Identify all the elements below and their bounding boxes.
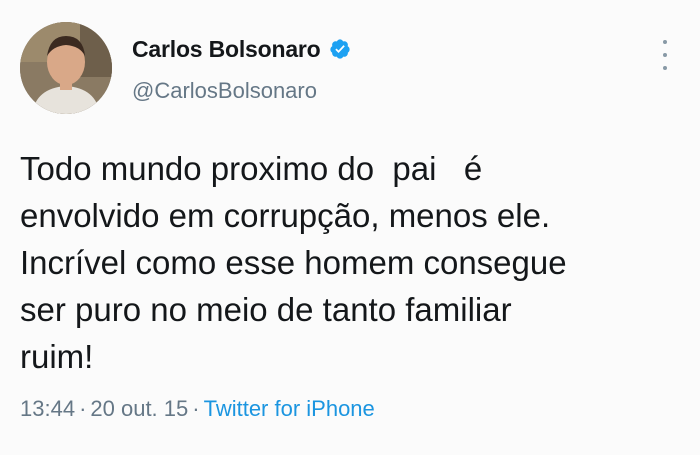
display-name[interactable]: Carlos Bolsonaro <box>132 36 321 63</box>
tweet-line: Incrível como esse homem consegue <box>20 244 567 281</box>
tweet-time[interactable]: 13:44 <box>20 396 75 421</box>
user-info: Carlos Bolsonaro @CarlosBolsonaro <box>132 34 351 104</box>
verified-badge-icon <box>329 38 351 60</box>
tweet-line: envolvido em corrupção, menos ele. <box>20 197 551 234</box>
tweet-source-link[interactable]: Twitter for iPhone <box>204 396 375 421</box>
dot <box>663 53 667 57</box>
separator: · <box>192 396 200 421</box>
user-handle[interactable]: @CarlosBolsonaro <box>132 78 351 104</box>
avatar[interactable] <box>20 22 112 114</box>
more-options-icon[interactable] <box>658 40 672 70</box>
separator: · <box>79 396 87 421</box>
tweet-line: Todo mundo proximo do pai é <box>20 150 483 187</box>
display-name-row: Carlos Bolsonaro <box>132 34 351 64</box>
tweet-header: Carlos Bolsonaro @CarlosBolsonaro <box>20 22 680 117</box>
tweet-text: Todo mundo proximo do pai é envolvido em… <box>20 145 685 380</box>
tweet-card: Carlos Bolsonaro @CarlosBolsonaro Todo m… <box>0 0 700 455</box>
dot <box>663 40 667 44</box>
avatar-photo <box>20 22 112 114</box>
tweet-meta: 13:44 · 20 out. 15 · Twitter for iPhone <box>20 396 375 422</box>
tweet-line: ruim! <box>20 338 94 375</box>
dot <box>663 66 667 70</box>
tweet-line: ser puro no meio de tanto familiar <box>20 291 512 328</box>
tweet-date[interactable]: 20 out. 15 <box>90 396 188 421</box>
